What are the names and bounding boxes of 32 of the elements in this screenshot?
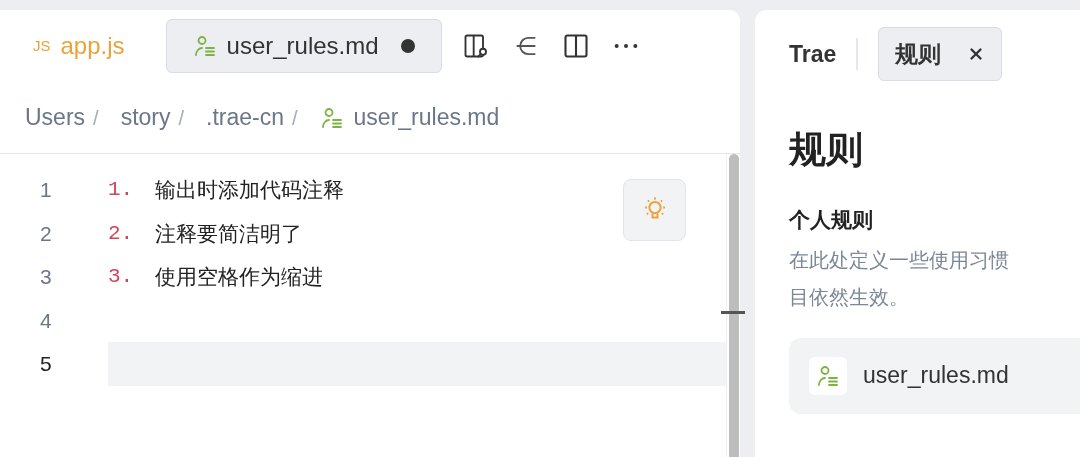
line-number: 1 — [39, 177, 53, 203]
breadcrumb-item[interactable]: story — [120, 100, 171, 135]
list-marker: 3. — [108, 264, 135, 290]
line-number: 2 — [39, 220, 53, 247]
line-number: 5 — [39, 351, 53, 377]
panel-title: 规则 — [789, 128, 863, 173]
panel-tab[interactable]: Trae — [789, 27, 837, 81]
breadcrumb-item[interactable]: Users — [25, 100, 86, 135]
list-marker: 2. — [108, 220, 135, 247]
breadcrumb-item[interactable]: user_rules.md — [319, 100, 500, 135]
section-description: 在此处定义一些使用习惯 目依然生效。 — [789, 247, 1009, 310]
breadcrumb-separator: / — [178, 105, 185, 131]
panel-tab[interactable]: 规则 — [878, 27, 1003, 81]
js-file-icon: JS — [33, 34, 51, 58]
file-card[interactable]: user_rules.md — [789, 337, 1080, 414]
code-text: 注释要简洁明了 — [155, 220, 302, 247]
editor-tab[interactable]: user_rules.md — [165, 19, 442, 73]
user-rules-icon — [192, 34, 217, 58]
list-marker: 1. — [108, 177, 135, 203]
code-text: 使用空格作为缩进 — [155, 264, 323, 290]
user-rules-icon — [816, 363, 840, 388]
breadcrumb-separator: / — [93, 105, 99, 131]
section-title: 个人规则 — [789, 207, 873, 233]
split-editor-icon[interactable] — [561, 32, 590, 60]
scrollbar[interactable] — [729, 154, 739, 457]
line-number: 3 — [39, 264, 53, 290]
code-text: 输出时添加代码注释 — [155, 177, 344, 203]
breadcrumb-separator: / — [292, 105, 298, 131]
line-number: 4 — [39, 307, 53, 334]
breadcrumb-item[interactable]: .trae-cn — [206, 100, 284, 135]
user-rules-icon — [319, 105, 344, 130]
scroll-position-marker — [721, 311, 745, 314]
